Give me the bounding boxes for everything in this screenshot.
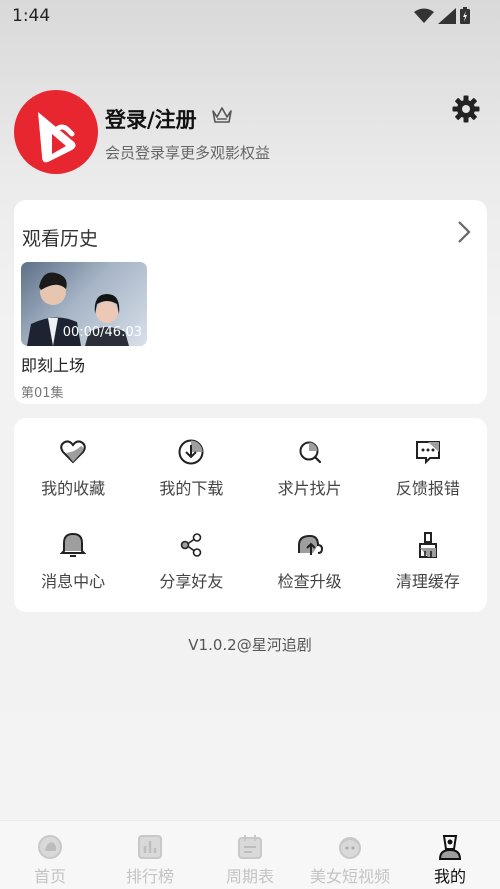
menu-label: 清理缓存 <box>395 572 460 591</box>
tab-label: 我的 <box>433 867 466 886</box>
bell-icon <box>59 532 87 557</box>
bottom-tab-bar: 首页 排行榜 周期表 美女短视频 我的 <box>0 820 500 889</box>
history-episode: 第01集 <box>21 386 64 401</box>
cellular-signal-icon <box>438 7 456 24</box>
menu-item-request-movie[interactable]: 求片找片 <box>251 422 369 515</box>
menu-item-messages[interactable]: 消息中心 <box>14 515 132 608</box>
menu-item-favorites[interactable]: 我的收藏 <box>14 422 132 515</box>
menu-item-downloads[interactable]: 我的下载 <box>132 422 250 515</box>
wifi-icon <box>414 8 434 23</box>
menu-item-check-update[interactable]: 检查升级 <box>251 515 369 608</box>
history-show-title: 即刻上场 <box>21 356 86 375</box>
login-subtitle: 会员登录享更多观影权益 <box>105 144 271 162</box>
menu-label: 我的收藏 <box>41 479 106 498</box>
menu-item-clear-cache[interactable]: 清理缓存 <box>369 515 487 608</box>
menu-label: 分享好友 <box>159 572 224 591</box>
heart-icon <box>60 440 86 464</box>
menu-item-share[interactable]: 分享好友 <box>132 515 250 608</box>
gear-icon[interactable] <box>451 94 481 124</box>
menu-label: 消息中心 <box>41 572 106 591</box>
history-item[interactable]: 00:00/46:03 即刻上场 第01集 <box>21 262 147 401</box>
download-icon <box>178 439 204 465</box>
video-thumbnail[interactable]: 00:00/46:03 <box>21 262 147 346</box>
tab-mine[interactable]: 我的 <box>400 821 500 889</box>
app-logo-avatar[interactable] <box>14 90 98 174</box>
upgrade-icon <box>297 534 323 555</box>
profile-header: 登录/注册 会员登录享更多观影权益 <box>0 86 500 176</box>
menu-item-feedback[interactable]: 反馈报错 <box>369 422 487 515</box>
tab-schedule[interactable]: 周期表 <box>200 821 300 889</box>
app-version: V1.0.2@星河追剧 <box>188 636 312 654</box>
chevron-right-icon[interactable] <box>457 220 471 244</box>
status-time: 1:44 <box>12 6 51 26</box>
tab-label: 排行榜 <box>125 867 174 886</box>
feedback-icon <box>415 441 440 465</box>
search-icon <box>299 441 321 464</box>
profile-icon <box>438 835 462 860</box>
menu-label: 反馈报错 <box>395 479 460 498</box>
broom-icon <box>418 532 437 558</box>
menu-label: 检查升级 <box>277 572 342 591</box>
tab-label: 周期表 <box>225 867 274 886</box>
ranking-icon <box>138 835 162 859</box>
watch-history-card: 观看历史 00:00/46:03 即刻上场 第01集 <box>14 200 487 404</box>
status-bar: 1:44 <box>0 0 500 34</box>
short-video-icon <box>339 837 361 859</box>
tab-ranking[interactable]: 排行榜 <box>100 821 200 889</box>
menu-label: 我的下载 <box>159 479 224 498</box>
login-register-link[interactable]: 登录/注册 <box>105 104 197 134</box>
crown-icon <box>212 107 232 123</box>
playback-progress-time: 00:00/46:03 <box>62 325 142 340</box>
play-logo-icon <box>38 112 76 163</box>
watch-history-title: 观看历史 <box>22 228 99 250</box>
share-icon <box>181 533 202 557</box>
home-icon <box>38 835 62 859</box>
menu-label: 求片找片 <box>277 479 342 498</box>
tab-home[interactable]: 首页 <box>0 821 100 889</box>
function-menu-card: 我的收藏 我的下载 求片找片 反馈报错 消息中心 分享好友 检查升级 清理缓存 <box>14 418 487 612</box>
tab-short-video[interactable]: 美女短视频 <box>300 821 400 889</box>
menu-grid: 我的收藏 我的下载 求片找片 反馈报错 消息中心 分享好友 检查升级 清理缓存 <box>14 418 487 612</box>
status-icons <box>414 7 470 24</box>
tab-label: 美女短视频 <box>309 867 390 886</box>
calendar-icon <box>238 835 262 859</box>
battery-icon <box>460 7 470 24</box>
tab-label: 首页 <box>33 867 66 886</box>
